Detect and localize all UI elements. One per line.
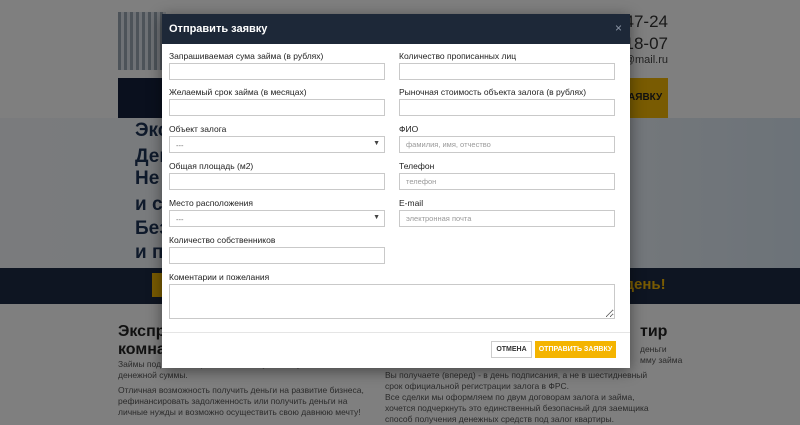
market-value-label: Рыночная стоимость объекта залога (в руб… [399, 87, 587, 97]
cancel-button[interactable]: ОТМЕНА [491, 341, 532, 358]
loan-term-label: Желаемый срок займа (в месяцах) [169, 87, 307, 97]
phone-input[interactable] [399, 173, 615, 190]
owners-count-label: Количество собственников [169, 235, 276, 245]
phone-label: Телефон [399, 161, 435, 171]
location-select[interactable]: --- ▼ [169, 210, 385, 227]
email-input[interactable] [399, 210, 615, 227]
collateral-select[interactable]: --- ▼ [169, 136, 385, 153]
modal-header: Отправить заявку × [162, 14, 630, 44]
registered-persons-input[interactable] [399, 63, 615, 80]
full-name-input[interactable] [399, 136, 615, 153]
footer-divider [162, 332, 630, 333]
comments-textarea[interactable] [169, 284, 615, 319]
comments-label: Коментарии и пожелания [169, 272, 270, 282]
market-value-input[interactable] [399, 99, 615, 116]
registered-persons-label: Количество прописанных лиц [399, 51, 517, 61]
modal-title: Отправить заявку [169, 23, 268, 35]
location-label: Место расположения [169, 198, 254, 208]
area-label: Общая площадь (м2) [169, 161, 254, 171]
full-name-label: ФИО [399, 124, 419, 134]
loan-amount-input[interactable] [169, 63, 385, 80]
loan-term-input[interactable] [169, 99, 385, 116]
area-input[interactable] [169, 173, 385, 190]
email-label: E-mail [399, 198, 424, 208]
submit-request-button[interactable]: ОТПРАВИТЬ ЗАЯВКУ [535, 341, 616, 358]
loan-amount-label: Запрашиваемая сума займа (в рублях) [169, 51, 324, 61]
location-selected-value: --- [176, 215, 184, 224]
caret-down-icon: ▼ [373, 214, 380, 221]
close-icon[interactable]: × [615, 21, 622, 35]
collateral-selected-value: --- [176, 141, 184, 150]
owners-count-input[interactable] [169, 247, 385, 264]
caret-down-icon: ▼ [373, 140, 380, 147]
request-modal: Отправить заявку × Запрашиваемая сума за… [162, 14, 630, 368]
collateral-label: Объект залога [169, 124, 227, 134]
